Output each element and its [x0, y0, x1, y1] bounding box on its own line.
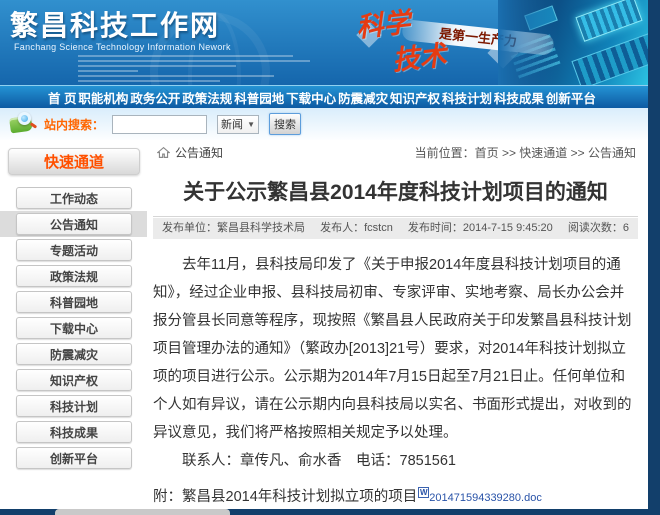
contact-line: 联系人：章传凡、俞水香 电话：7851561 [153, 447, 638, 475]
chip-graphic [524, 5, 558, 30]
sidebar-row: 防震减灾 [0, 341, 147, 367]
sidebar-row: 科技计划 [0, 393, 147, 419]
sidebar-item-earthquake[interactable]: 防震减灾 [16, 343, 132, 365]
article-body: 去年11月，县科技局印发了《关于申报2014年度县科技计划项目的通知》，经过企业… [153, 251, 638, 475]
meta-publish-time: 发布时间：2014-7-15 9:45:20 [408, 222, 553, 234]
search-book-icon [10, 112, 40, 136]
search-input[interactable] [112, 115, 207, 134]
meta-publisher: 发布人：fcstcn [320, 222, 393, 234]
nav-item-functions[interactable]: 职能机构 [78, 88, 128, 107]
chevron-down-icon: ▼ [247, 120, 255, 129]
sidebar: 快速通道 工作动态 公告通知 专题活动 政策法规 科普园地 下载中心 防震减灾 … [0, 140, 147, 509]
slogan-word-technology: 技术 [390, 33, 448, 77]
chip-graphic [575, 0, 642, 42]
nav-item-downloads[interactable]: 下载中心 [286, 88, 336, 107]
sidebar-row: 专题活动 [0, 237, 147, 263]
attachment-line: 附：繁昌县2014年科技计划拟立项的项目W201471594339280.doc [153, 483, 638, 509]
sidebar-item-science-popular[interactable]: 科普园地 [16, 291, 132, 313]
section-title: 公告通知 [175, 144, 223, 161]
search-button[interactable]: 搜索 [269, 113, 301, 135]
sidebar-item-special-events[interactable]: 专题活动 [16, 239, 132, 261]
nav-item-gov-affairs[interactable]: 政务公开 [130, 88, 180, 107]
footer-edge-decoration [55, 509, 230, 515]
article-title: 关于公示繁昌县2014年度科技计划项目的通知 [153, 176, 638, 217]
nav-item-home[interactable]: 首 页 [48, 88, 76, 107]
search-label: 站内搜索： [44, 116, 104, 133]
main-navigation: 首 页 职能机构 政务公开 政策法规 科普园地 下载中心 防震减灾 知识产权 科… [0, 85, 648, 108]
sidebar-item-tech-plans[interactable]: 科技计划 [16, 395, 132, 417]
site-title: 繁昌科技工作网 [10, 4, 220, 44]
article-meta-bar: 发布单位：繁昌县科学技术局 发布人：fcstcn 发布时间：2014-7-15 … [153, 218, 638, 239]
sidebar-row: 下载中心 [0, 315, 147, 341]
sidebar-item-download-center[interactable]: 下载中心 [16, 317, 132, 339]
sidebar-row: 工作动态 [0, 185, 147, 211]
nav-item-innovation-platform[interactable]: 创新平台 [546, 88, 596, 107]
decorative-text-lines [78, 55, 310, 85]
word-doc-icon: W [418, 487, 429, 498]
search-category-dropdown[interactable]: 新闻 ▼ [217, 115, 259, 134]
content-area: 快速通道 工作动态 公告通知 专题活动 政策法规 科普园地 下载中心 防震减灾 … [0, 140, 648, 509]
sidebar-row-active: 公告通知 [0, 211, 147, 237]
sidebar-item-policies[interactable]: 政策法规 [16, 265, 132, 287]
sidebar-item-ip[interactable]: 知识产权 [16, 369, 132, 391]
sidebar-item-work-news[interactable]: 工作动态 [16, 187, 132, 209]
breadcrumb[interactable]: 当前位置：首页 >> 快速通道 >> 公告通知 [415, 144, 636, 161]
circuit-traces [508, 32, 561, 79]
home-icon [157, 146, 170, 159]
nav-item-tech-plans[interactable]: 科技计划 [442, 88, 492, 107]
breadcrumb-row: 公告通知 当前位置：首页 >> 快速通道 >> 公告通知 [153, 140, 638, 160]
header-banner: 繁昌科技工作网 Fanchang Science Technology Info… [0, 0, 648, 85]
site-subtitle: Fanchang Science Technology Information … [14, 42, 231, 52]
sidebar-header: 快速通道 [8, 148, 140, 175]
site-search-bar: 站内搜索： 新闻 ▼ 搜索 [0, 108, 648, 140]
nav-item-earthquake[interactable]: 防震减灾 [338, 88, 388, 107]
sidebar-item-announcements[interactable]: 公告通知 [16, 213, 132, 235]
attachment-label: 附：繁昌县2014年科技计划拟立项的项目 [153, 489, 417, 505]
sidebar-row: 政策法规 [0, 263, 147, 289]
main-column: 公告通知 当前位置：首页 >> 快速通道 >> 公告通知 关于公示繁昌县2014… [147, 140, 648, 509]
sidebar-item-innovation-platform[interactable]: 创新平台 [16, 447, 132, 469]
sidebar-row: 科普园地 [0, 289, 147, 315]
nav-item-tech-achievements[interactable]: 科技成果 [494, 88, 544, 107]
search-category-value: 新闻 [221, 116, 243, 132]
circuit-board-image [498, 0, 648, 85]
article-paragraph: 去年11月，县科技局印发了《关于申报2014年度县科技计划项目的通知》，经过企业… [153, 251, 638, 447]
nav-item-policies[interactable]: 政策法规 [182, 88, 232, 107]
sidebar-row: 科技成果 [0, 419, 147, 445]
nav-item-ip[interactable]: 知识产权 [390, 88, 440, 107]
attachment-link[interactable]: 201471594339280.doc [429, 492, 542, 504]
site-wrapper: 繁昌科技工作网 Fanchang Science Technology Info… [0, 0, 648, 509]
meta-read-count: 阅读次数：6 [568, 222, 629, 234]
sidebar-row: 知识产权 [0, 367, 147, 393]
sidebar-row: 创新平台 [0, 445, 147, 471]
chip-graphic [571, 33, 648, 85]
nav-item-science-popular[interactable]: 科普园地 [234, 88, 284, 107]
meta-publish-unit: 发布单位：繁昌县科学技术局 [162, 222, 305, 234]
sidebar-item-tech-achievements[interactable]: 科技成果 [16, 421, 132, 443]
